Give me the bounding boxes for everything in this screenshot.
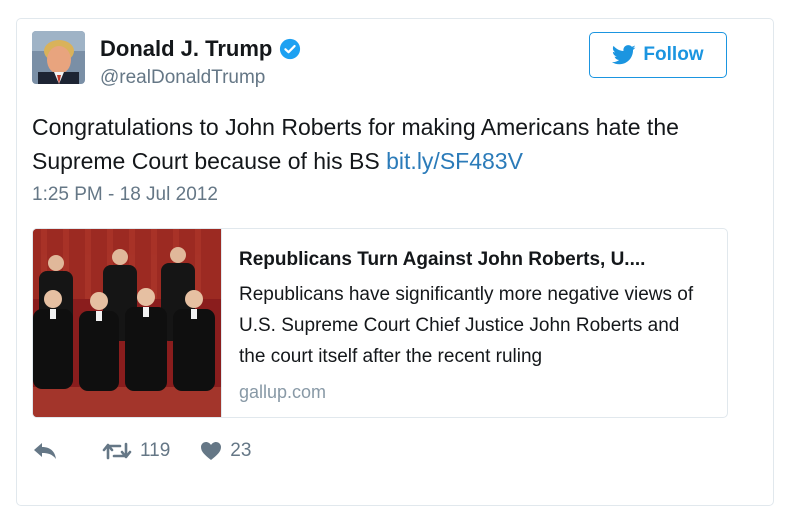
retweet-icon <box>102 442 132 460</box>
retweet-button[interactable]: 119 <box>102 440 170 462</box>
twitter-bird-icon <box>612 45 637 65</box>
retweet-count: 119 <box>140 440 171 461</box>
link-preview-image <box>33 229 221 417</box>
tweet-text: Congratulations to John Roberts for maki… <box>32 110 732 178</box>
author-handle[interactable]: @realDonaldTrump <box>100 67 265 89</box>
like-count: 23 <box>230 440 252 461</box>
follow-button[interactable]: Follow <box>589 32 727 78</box>
tweet-body: Congratulations to John Roberts for maki… <box>32 114 679 174</box>
like-button[interactable]: 23 <box>200 440 251 462</box>
heart-icon <box>201 442 222 460</box>
link-preview-body: Republicans Turn Against John Roberts, U… <box>239 249 709 403</box>
link-preview-card[interactable]: Republicans Turn Against John Roberts, U… <box>32 228 728 418</box>
link-preview-description: Republicans have significantly more nega… <box>239 284 694 367</box>
verified-badge-icon <box>280 38 301 60</box>
tweet-link[interactable]: bit.ly/SF483V <box>386 148 523 174</box>
link-preview-domain: gallup.com <box>239 382 327 402</box>
card-divider <box>221 229 222 417</box>
reply-icon <box>34 443 56 459</box>
avatar[interactable] <box>32 31 85 84</box>
author-name[interactable]: Donald J. Trump <box>100 36 272 62</box>
author-row: Donald J. Trump <box>100 36 301 62</box>
link-preview-title[interactable]: Republicans Turn Against John Roberts, U… <box>239 249 709 271</box>
follow-label: Follow <box>643 44 704 65</box>
tweet-actions: 119 23 <box>32 440 251 462</box>
tweet-timestamp[interactable]: 1:25 PM - 18 Jul 2012 <box>32 184 218 206</box>
reply-button[interactable] <box>32 441 58 461</box>
